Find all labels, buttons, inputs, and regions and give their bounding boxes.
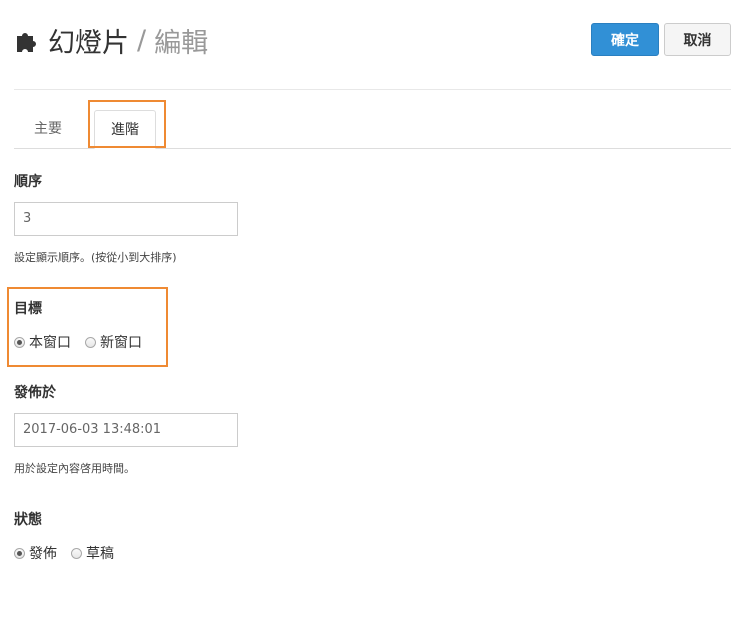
page-subtitle: 編輯 [154,27,209,59]
target-label: 目標 [14,301,42,317]
tab-main[interactable]: 主要 [34,110,62,148]
tab-bar: 主要 進階 [14,110,731,149]
target-radio-group: 本窗口 新窗口 [14,332,156,352]
radio-unchecked-icon[interactable] [71,547,82,559]
status-radio-draft[interactable]: 草稿 [71,543,114,563]
order-label: 順序 [14,174,42,190]
confirm-button[interactable]: 確定 [591,23,659,56]
order-help: 設定顯示順序。(按從小到大排序) [14,251,177,264]
publish-help: 用於設定內容啓用時間。 [14,462,135,475]
radio-label: 草稿 [86,546,114,562]
radio-label: 本窗口 [29,335,71,351]
page-header: 幻燈片 / 編輯 [14,18,208,62]
tab-advanced[interactable]: 進階 [94,110,156,149]
puzzle-piece-icon [17,33,36,52]
radio-checked-icon[interactable] [14,547,25,559]
target-radio-new-window[interactable]: 新窗口 [85,332,142,352]
title-separator: / [137,24,147,56]
publish-label: 發佈於 [14,385,56,401]
status-radio-group: 發佈 草稿 [14,543,128,563]
cancel-button[interactable]: 取消 [664,23,731,56]
header-divider [14,89,731,90]
publish-date-input[interactable]: 2017-06-03 13:48:01 [14,413,238,447]
page-title: 幻燈片 [48,27,129,59]
radio-unchecked-icon[interactable] [85,336,96,348]
radio-label: 新窗口 [100,335,142,351]
status-label: 狀態 [14,512,42,528]
status-radio-published[interactable]: 發佈 [14,543,57,563]
radio-label: 發佈 [29,546,57,562]
target-radio-same-window[interactable]: 本窗口 [14,332,71,352]
order-input[interactable]: 3 [14,202,238,236]
radio-checked-icon[interactable] [14,336,25,348]
